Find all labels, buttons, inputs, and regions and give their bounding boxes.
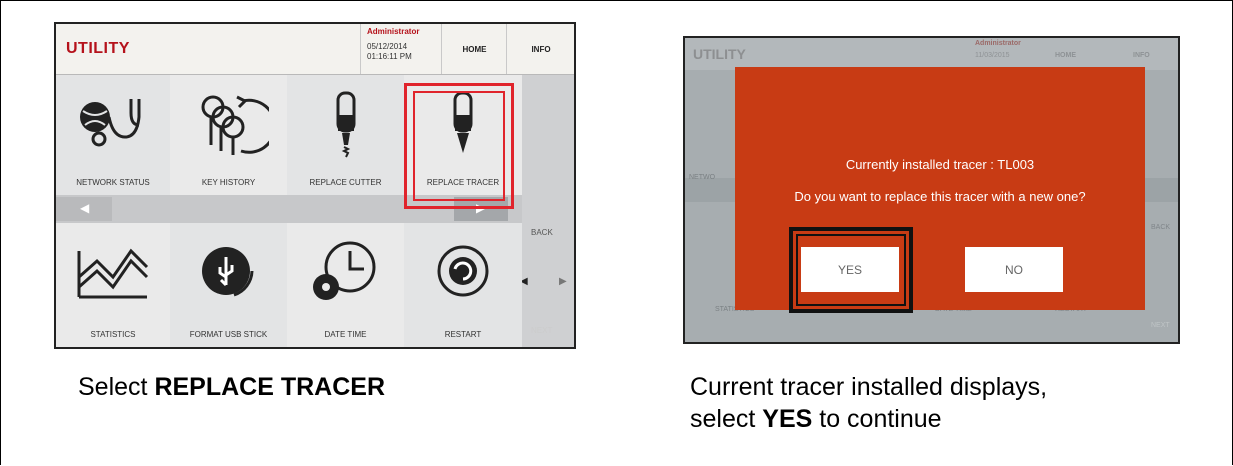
caption-text: select <box>690 405 763 433</box>
date-text: 11/03/2015 <box>975 52 1010 59</box>
chevron-left-icon: ◀ <box>80 201 90 215</box>
user-name: Administrator <box>367 27 420 36</box>
next-button[interactable]: NEXT <box>531 326 552 335</box>
clock-gear-icon <box>312 241 375 300</box>
tile-format-usb[interactable]: FORMAT USB STICK <box>170 223 287 347</box>
info-button[interactable]: INFO <box>1133 52 1150 59</box>
user-info: Administrator 05/12/2014 01:16:11 PM <box>360 24 442 74</box>
time-text: 01:16:11 PM <box>367 52 412 61</box>
tile-label: KEY HISTORY <box>201 178 256 187</box>
home-button[interactable]: HOME <box>1055 52 1076 59</box>
tile-replace-cutter[interactable]: REPLACE CUTTER <box>287 75 404 195</box>
tile-network-status[interactable]: NETWORK STATUS <box>56 75 170 195</box>
tile-label: STATISTICS <box>90 330 136 339</box>
page-title: UTILITY <box>693 46 746 62</box>
date-text: 05/12/2014 <box>367 42 408 51</box>
caption-bold: REPLACE TRACER <box>154 373 386 401</box>
keys-history-icon <box>201 95 269 155</box>
restart-icon <box>437 245 489 297</box>
info-button[interactable]: INFO <box>506 24 574 74</box>
tile-statistics[interactable]: STATISTICS <box>56 223 170 347</box>
tile-key-history[interactable]: KEY HISTORY <box>170 75 287 195</box>
tile-restart[interactable]: RESTART <box>404 223 522 347</box>
header-bar: UTILITY Administrator 05/12/2014 01:16:1… <box>56 24 574 75</box>
highlight-box-inner <box>413 91 505 201</box>
caption-text: to continue <box>812 405 942 433</box>
header-bar: UTILITY Administrator 11/03/2015 HOME IN… <box>685 38 1178 70</box>
dialog-message-question: Do you want to replace this tracer with … <box>794 189 1086 204</box>
next-page-icon[interactable]: ▶ <box>559 276 567 287</box>
user-name: Administrator <box>975 40 1021 47</box>
home-button[interactable]: HOME <box>441 24 507 74</box>
bg-tile-label: NETWO <box>689 174 716 181</box>
stethoscope-globe-icon <box>80 99 141 147</box>
tile-label: NETWORK STATUS <box>76 178 150 187</box>
tile-label: RESTART <box>444 330 482 339</box>
dialog-message-tracer: Currently installed tracer : TL003 <box>845 157 1035 172</box>
page-title: UTILITY <box>66 40 130 57</box>
right-caption: Current tracer installed displays, selec… <box>690 371 1047 435</box>
scroll-left-button[interactable]: ◀ <box>56 197 112 221</box>
right-screenshot: UTILITY Administrator 11/03/2015 HOME IN… <box>683 36 1180 344</box>
tile-date-time[interactable]: DATE TIME <box>287 223 404 347</box>
tile-label: FORMAT USB STICK <box>189 330 268 339</box>
left-caption: Select REPLACE TRACER <box>78 371 385 403</box>
caption-text: Select <box>78 373 155 401</box>
back-button[interactable]: BACK <box>531 228 553 237</box>
caption-bold: YES <box>762 405 813 433</box>
line-chart-icon <box>77 248 149 299</box>
back-button[interactable]: BACK <box>1151 224 1170 231</box>
usb-icon <box>201 247 253 297</box>
tile-label: REPLACE CUTTER <box>309 178 382 187</box>
cutter-icon <box>336 91 355 158</box>
next-button[interactable]: NEXT <box>1151 322 1170 329</box>
tile-label: DATE TIME <box>324 330 367 339</box>
no-button[interactable]: NO <box>965 247 1063 292</box>
caption-line: select YES to continue <box>690 403 1047 435</box>
side-panel <box>522 75 574 347</box>
caption-line: Current tracer installed displays, <box>690 373 1048 401</box>
left-screenshot: UTILITY Administrator 05/12/2014 01:16:1… <box>54 22 576 349</box>
highlight-box-inner <box>796 234 906 306</box>
